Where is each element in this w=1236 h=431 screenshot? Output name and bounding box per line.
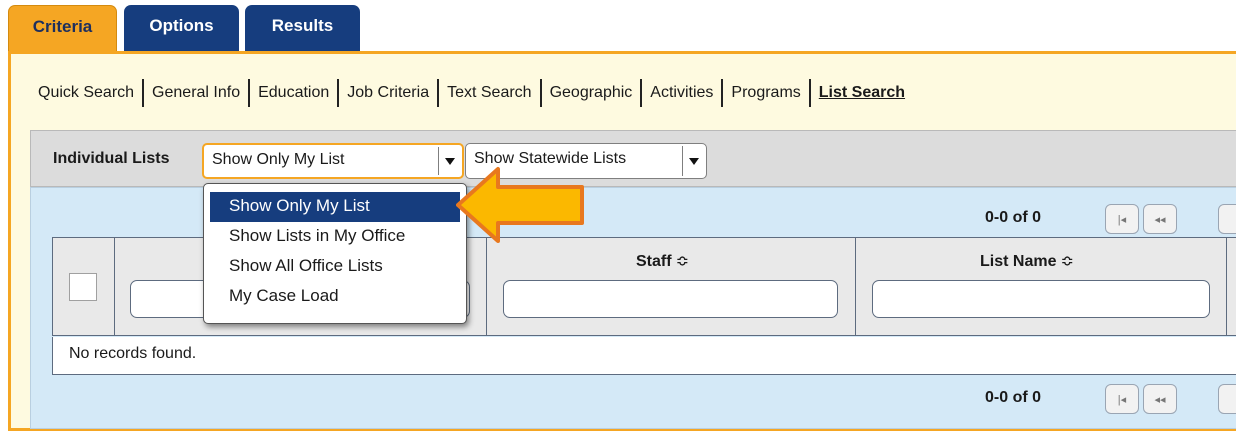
- subnav-geographic[interactable]: Geographic: [542, 84, 641, 102]
- dropdown-option-show-all-office-lists[interactable]: Show All Office Lists: [210, 252, 460, 282]
- subnav-job-criteria[interactable]: Job Criteria: [339, 84, 437, 102]
- arrow-callout-icon: [456, 167, 584, 243]
- column-header-list-name[interactable]: List Name ≎: [980, 251, 1074, 271]
- column-divider: [855, 237, 856, 336]
- subnav-quick-search[interactable]: Quick Search: [30, 84, 142, 102]
- subnav-text-search[interactable]: Text Search: [439, 84, 539, 102]
- list-scope-select-value: Show Only My List: [212, 151, 345, 168]
- individual-lists-label: Individual Lists: [53, 150, 170, 167]
- pager-button-partial[interactable]: [1218, 384, 1236, 414]
- record-count-top: 0-0 of 0: [985, 209, 1042, 226]
- dropdown-option-my-case-load[interactable]: My Case Load: [210, 282, 460, 312]
- tab-criteria[interactable]: Criteria: [8, 5, 117, 52]
- tab-results[interactable]: Results: [245, 5, 360, 52]
- subnav-general-info[interactable]: General Info: [144, 84, 248, 102]
- dropdown-option-show-only-my-list[interactable]: Show Only My List: [210, 192, 460, 222]
- tab-options[interactable]: Options: [124, 5, 239, 52]
- record-count-bottom: 0-0 of 0: [985, 389, 1042, 406]
- column-divider: [486, 237, 487, 336]
- no-records-message: No records found.: [52, 337, 1236, 375]
- column-divider: [114, 237, 115, 336]
- sort-icon[interactable]: ≎: [1060, 253, 1073, 270]
- chevron-down-icon[interactable]: [682, 146, 704, 176]
- select-all-checkbox[interactable]: [69, 273, 97, 301]
- column-header-staff[interactable]: Staff ≎: [636, 251, 689, 271]
- list-name-filter-input[interactable]: [872, 280, 1210, 318]
- sort-icon[interactable]: ≎: [676, 253, 689, 270]
- subnav-activities[interactable]: Activities: [642, 84, 721, 102]
- previous-page-icon[interactable]: ◂◂: [1143, 384, 1177, 414]
- pager-button-partial[interactable]: [1218, 204, 1236, 234]
- first-page-icon[interactable]: |◂: [1105, 384, 1139, 414]
- first-page-icon[interactable]: |◂: [1105, 204, 1139, 234]
- column-header-list-name-label: List Name: [980, 253, 1057, 270]
- list-scope-select[interactable]: Show Only My List: [202, 143, 464, 179]
- subnav-programs[interactable]: Programs: [723, 84, 808, 102]
- column-divider: [1226, 237, 1227, 336]
- subnav-education[interactable]: Education: [250, 84, 337, 102]
- staff-filter-input[interactable]: [503, 280, 838, 318]
- subnav-list-search[interactable]: List Search: [811, 84, 913, 102]
- dropdown-option-show-lists-in-my-office[interactable]: Show Lists in My Office: [210, 222, 460, 252]
- subnav: Quick Search General Info Education Job …: [30, 78, 913, 108]
- list-scope-dropdown-menu: Show Only My List Show Lists in My Offic…: [203, 183, 467, 324]
- column-header-staff-label: Staff: [636, 253, 672, 270]
- previous-page-icon[interactable]: ◂◂: [1143, 204, 1177, 234]
